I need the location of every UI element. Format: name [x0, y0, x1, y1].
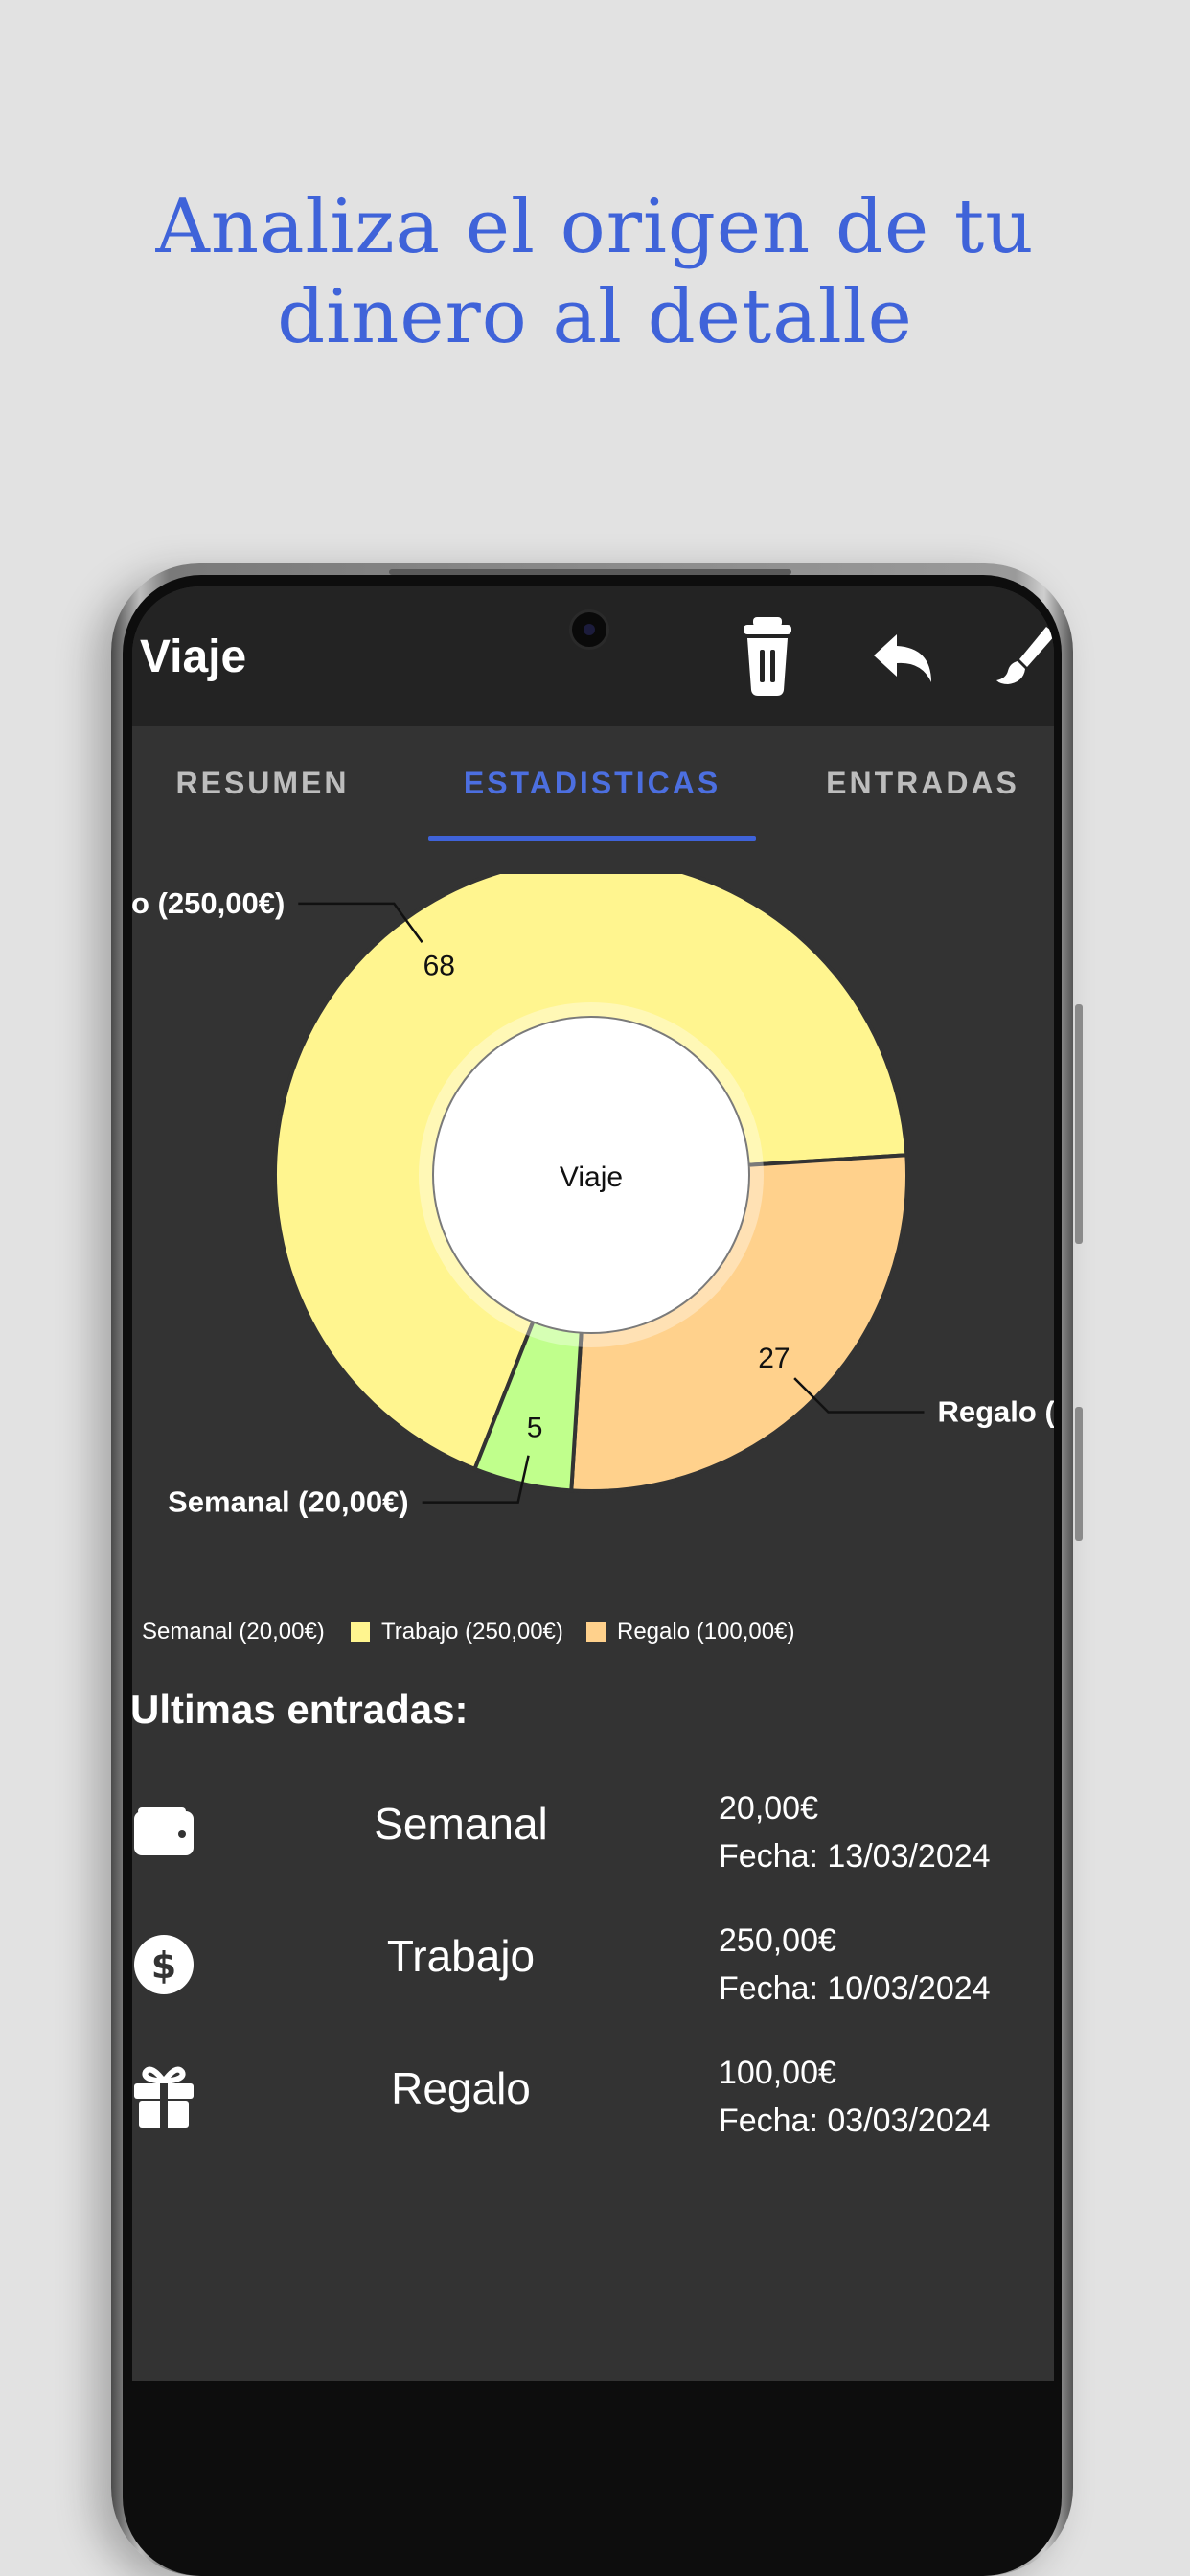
legend-label: Semanal (20,00€) [142, 1619, 325, 1644]
slice-outer-label: Regalo (100,0 [937, 1394, 1054, 1428]
list-item[interactable]: $ Trabajo 250,00€ Fecha: 10/03/2024 [132, 1922, 1054, 2047]
delete-icon[interactable] [736, 613, 812, 700]
gift-icon [132, 2062, 195, 2129]
legend-swatch [351, 1622, 370, 1642]
entry-date: Fecha: 10/03/2024 [719, 1970, 991, 2007]
tab-estadisticas[interactable]: ESTADISTICAS [428, 726, 756, 840]
legend-swatch [586, 1622, 606, 1642]
legend-item-regalo: Regalo (100,00€) [586, 1616, 794, 1648]
entry-amount: 100,00€ [719, 2055, 836, 2091]
entry-amount: 250,00€ [719, 1922, 836, 1959]
legend-item-trabajo: Trabajo (250,00€) [351, 1616, 563, 1648]
entry-amount: 20,00€ [719, 1790, 818, 1827]
slice-outer-label: Semanal (20,00€) [168, 1485, 409, 1519]
recent-entries-title: Ultimas entradas: [132, 1687, 469, 1732]
entry-date: Fecha: 03/03/2024 [719, 2103, 991, 2139]
slice-outer-label: rabajo (250,00€) [132, 886, 285, 920]
undo-icon[interactable] [868, 613, 945, 700]
front-camera [569, 610, 609, 650]
entry-name: Semanal [374, 1799, 548, 1849]
phone-speaker [389, 569, 791, 575]
brush-icon[interactable] [989, 613, 1054, 700]
promo-headline-line2: dinero al detalle [277, 274, 913, 360]
list-item[interactable]: Regalo 100,00€ Fecha: 03/03/2024 [132, 2055, 1054, 2179]
list-item[interactable]: Semanal 20,00€ Fecha: 13/03/2024 [132, 1790, 1054, 1915]
tab-entradas[interactable]: ENTRADAS [791, 726, 1054, 840]
app-toolbar: Viaje [132, 586, 1054, 726]
entry-name: Regalo [391, 2063, 531, 2113]
legend-label: Regalo (100,00€) [617, 1619, 795, 1644]
dollar-coin-icon: $ [132, 1930, 195, 1997]
legend-item-semanal: Semanal (20,00€) [132, 1616, 325, 1648]
app-screen: Viaje RESUMEN ESTADISTICAS ENTRADAS Viaj… [132, 586, 1054, 2380]
slice-value-label: 5 [527, 1412, 543, 1443]
phone-volume-button [1075, 1004, 1083, 1244]
svg-text:$: $ [151, 1944, 176, 1987]
chart-center-label: Viaje [560, 1162, 623, 1193]
page-title: Viaje [140, 632, 247, 682]
income-pie-chart: Viaje 68 27 5 rabajo (250,00€) Regalo (100,0… [132, 874, 1054, 1519]
promo-headline-line1: Analiza el origen de tu [155, 184, 1035, 270]
entry-name: Trabajo [386, 1931, 536, 1981]
tab-resumen[interactable]: RESUMEN [132, 726, 393, 840]
promo-headline: Analiza el origen de tu dinero al detall… [0, 182, 1190, 362]
tab-bar: RESUMEN ESTADISTICAS ENTRADAS [132, 726, 1054, 841]
chart-legend: Semanal (20,00€) Trabajo (250,00€) Regal… [132, 1616, 1054, 1654]
entry-date: Fecha: 13/03/2024 [719, 1838, 991, 1874]
tab-active-indicator [428, 836, 756, 841]
wallet-icon [132, 1798, 195, 1865]
slice-value-label: 27 [758, 1343, 790, 1374]
legend-label: Trabajo (250,00€) [381, 1619, 563, 1644]
slice-value-label: 68 [423, 951, 455, 982]
phone-power-button [1075, 1407, 1083, 1541]
